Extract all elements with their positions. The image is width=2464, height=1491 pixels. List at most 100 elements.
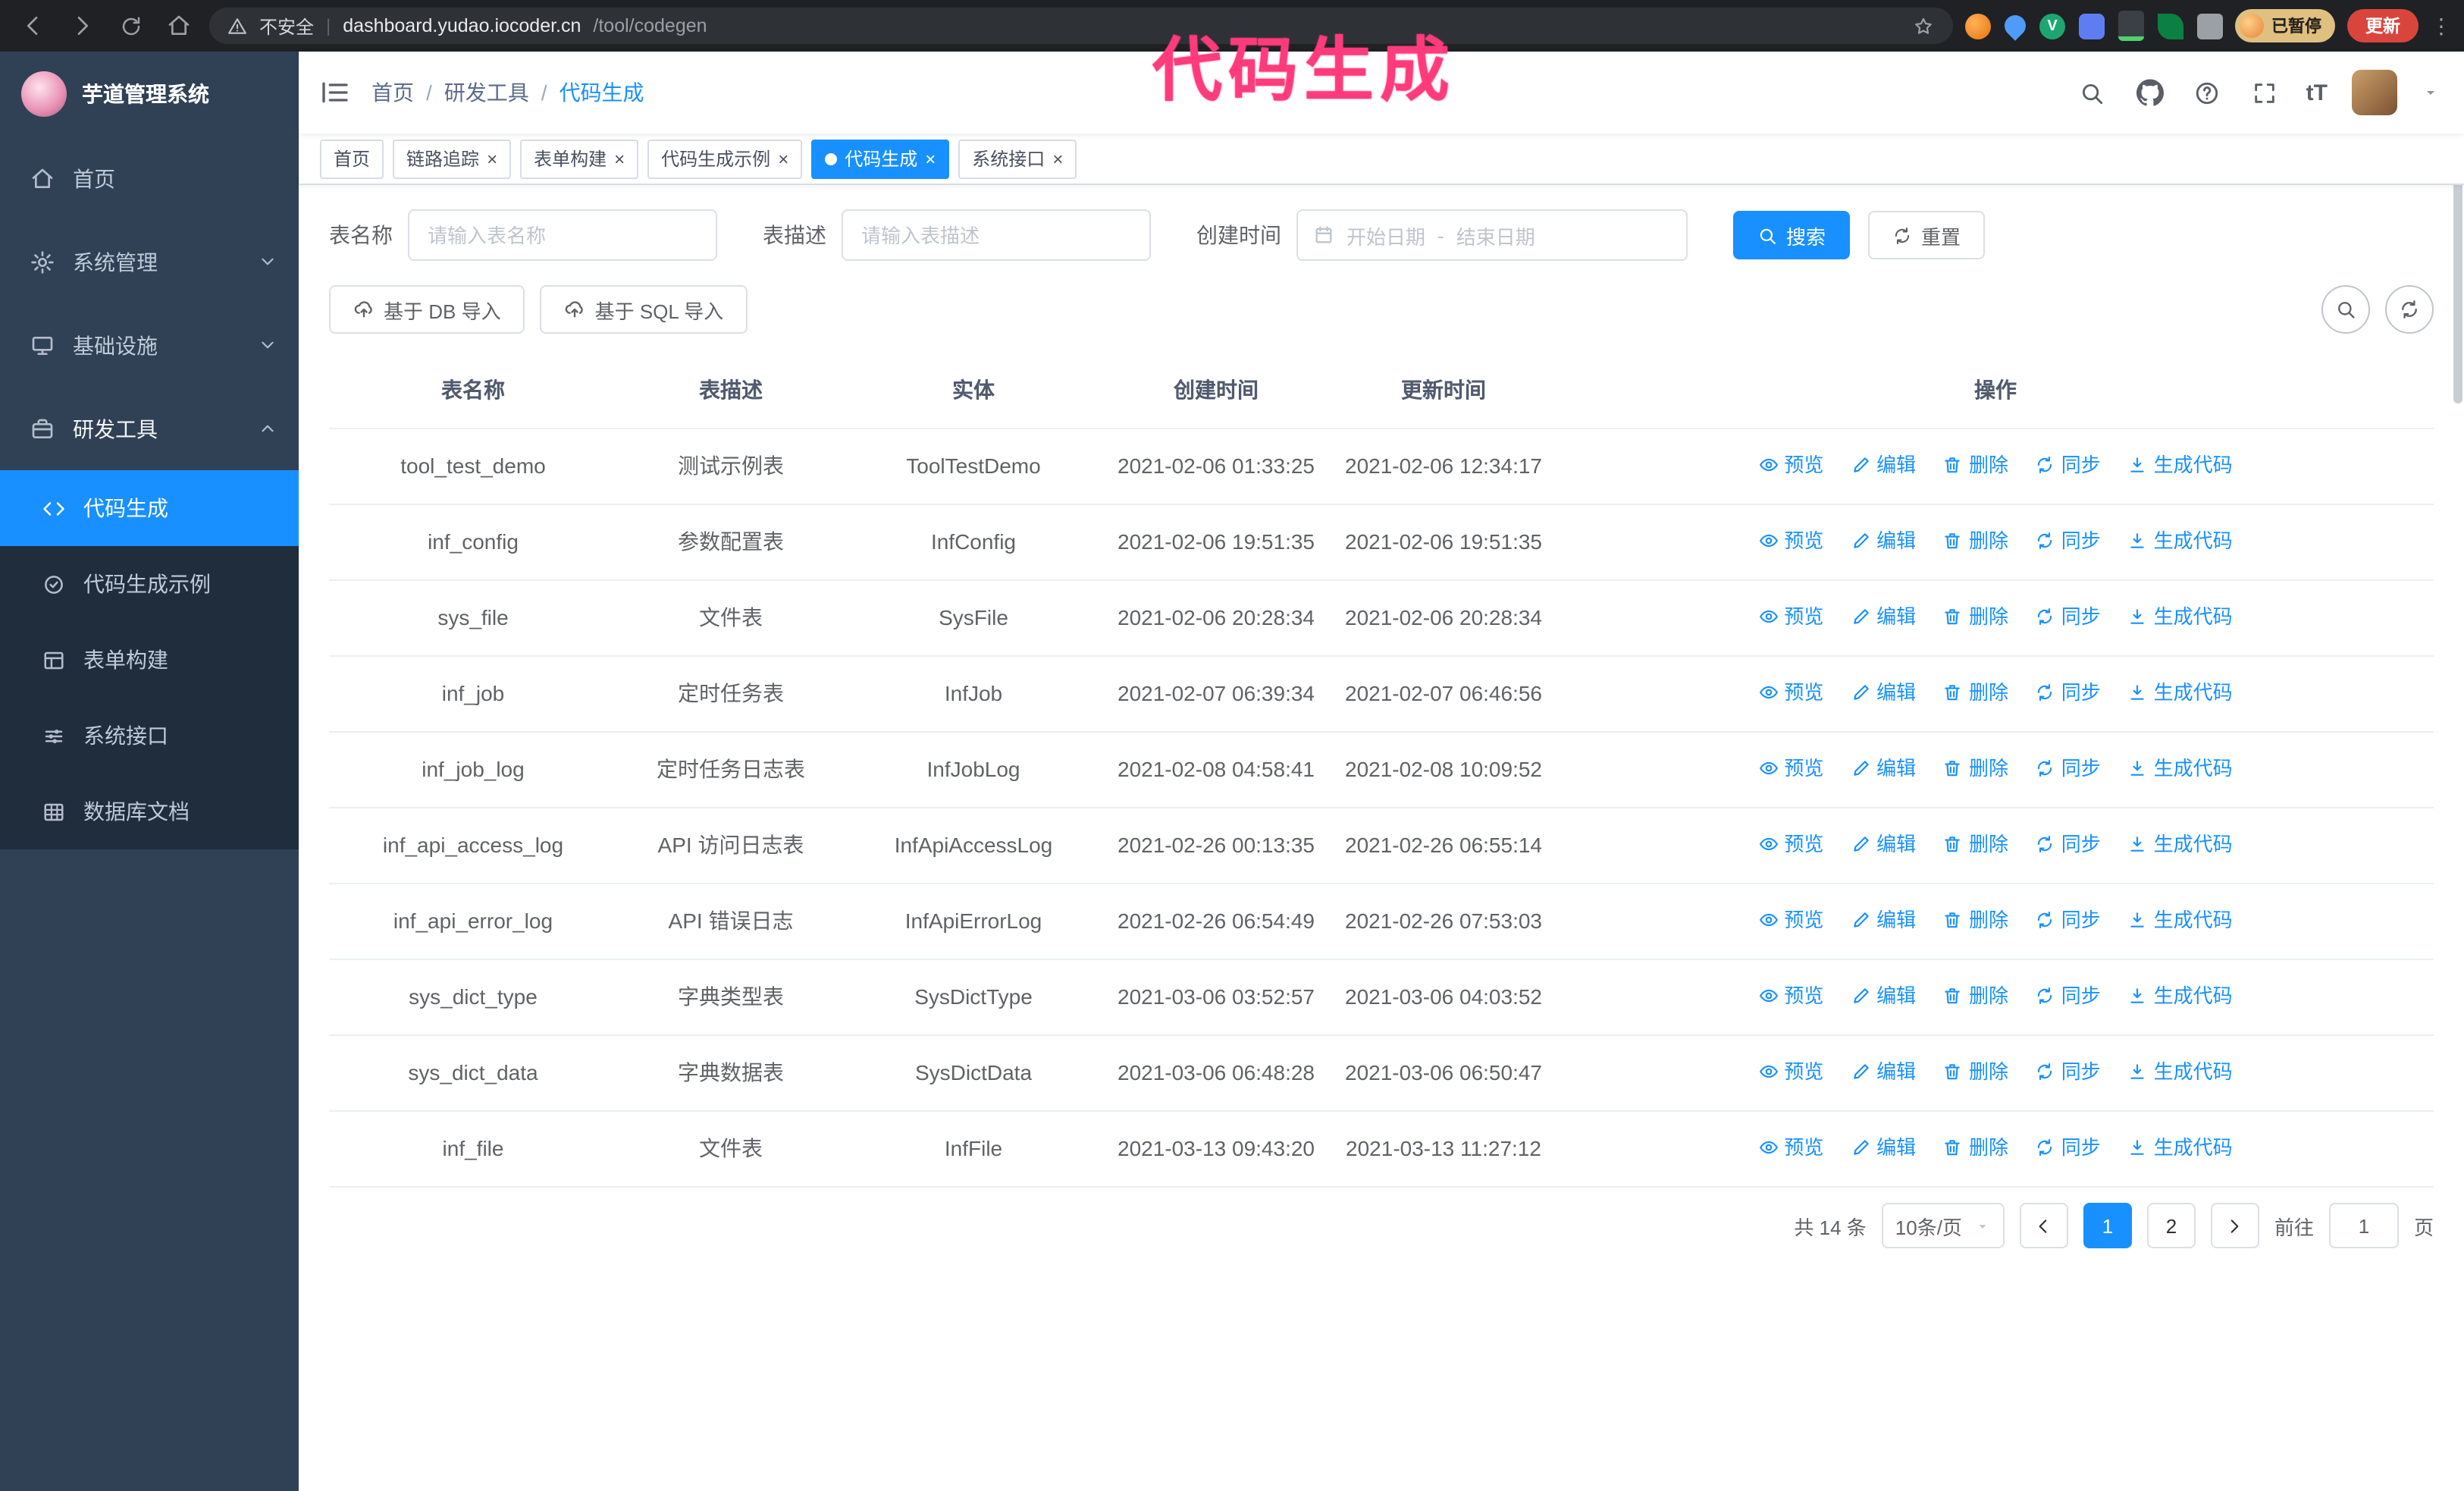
sync-link[interactable]: 同步 <box>2036 981 2101 1010</box>
edit-link[interactable]: 编辑 <box>1851 602 1916 631</box>
browser-home-button[interactable] <box>161 8 197 44</box>
edit-link[interactable]: 编辑 <box>1851 754 1916 783</box>
browser-back-button[interactable] <box>15 8 52 44</box>
preview-link[interactable]: 预览 <box>1758 1133 1823 1162</box>
generate-code-link[interactable]: 生成代码 <box>2128 602 2233 631</box>
edit-link[interactable]: 编辑 <box>1851 678 1916 707</box>
edit-link[interactable]: 编辑 <box>1851 526 1916 555</box>
tab-home[interactable]: 首页 <box>320 139 384 178</box>
delete-link[interactable]: 删除 <box>1943 906 2008 934</box>
sidebar-item-home[interactable]: 首页 <box>0 137 299 220</box>
delete-link[interactable]: 删除 <box>1943 602 2008 631</box>
table-row[interactable]: inf_job 定时任务表 InfJob 2021-02-07 06:39:34… <box>329 656 2434 733</box>
browser-forward-button[interactable] <box>64 8 100 44</box>
extension-icon-4[interactable] <box>2079 13 2105 39</box>
delete-link[interactable]: 删除 <box>1943 1057 2008 1086</box>
tab-form-builder[interactable]: 表单构建 × <box>520 139 639 178</box>
address-bar[interactable]: 不安全 | dashboard.yudao.iocoder.cn /tool/c… <box>209 8 1953 44</box>
generate-code-link[interactable]: 生成代码 <box>2128 678 2233 707</box>
delete-link[interactable]: 删除 <box>1943 830 2008 859</box>
tab-tracing[interactable]: 链路追踪 × <box>393 139 512 178</box>
edit-link[interactable]: 编辑 <box>1851 1133 1916 1162</box>
breadcrumb-home[interactable]: 首页 <box>371 77 414 108</box>
not-secure-label[interactable]: 不安全 <box>259 13 314 39</box>
search-button[interactable]: 搜索 <box>1733 211 1851 259</box>
delete-link[interactable]: 删除 <box>1943 678 2008 707</box>
extension-icon-1[interactable] <box>1965 13 1991 39</box>
sidebar-item-form-builder[interactable]: 表单构建 <box>0 622 299 698</box>
preview-link[interactable]: 预览 <box>1758 450 1823 479</box>
sync-link[interactable]: 同步 <box>2036 1133 2101 1162</box>
browser-update-button[interactable]: 更新 <box>2347 9 2419 42</box>
preview-link[interactable]: 预览 <box>1758 981 1823 1010</box>
page-button-1[interactable]: 1 <box>2083 1203 2132 1248</box>
page-size-select[interactable]: 10条/页 <box>1881 1203 2005 1248</box>
edit-link[interactable]: 编辑 <box>1851 830 1916 859</box>
generate-code-link[interactable]: 生成代码 <box>2128 981 2233 1010</box>
tab-codegen-example[interactable]: 代码生成示例 × <box>647 139 803 178</box>
close-icon[interactable]: × <box>487 149 497 168</box>
preview-link[interactable]: 预览 <box>1758 526 1823 555</box>
table-row[interactable]: sys_dict_data 字典数据表 SysDictData 2021-03-… <box>329 1035 2434 1112</box>
preview-link[interactable]: 预览 <box>1758 754 1823 783</box>
preview-link[interactable]: 预览 <box>1758 678 1823 707</box>
sync-link[interactable]: 同步 <box>2036 602 2101 631</box>
sync-link[interactable]: 同步 <box>2036 906 2101 934</box>
extensions-puzzle-icon[interactable] <box>2197 13 2223 39</box>
close-icon[interactable]: × <box>614 149 625 168</box>
table-row[interactable]: inf_job_log 定时任务日志表 InfJobLog 2021-02-08… <box>329 732 2434 808</box>
close-icon[interactable]: × <box>778 149 788 168</box>
bookmark-star-icon[interactable] <box>1912 14 1935 37</box>
browser-profile-chip[interactable]: 已暂停 <box>2235 9 2335 42</box>
next-page-button[interactable] <box>2210 1203 2259 1248</box>
goto-page-input[interactable] <box>2328 1203 2399 1248</box>
date-start-placeholder[interactable]: 开始日期 <box>1346 221 1425 250</box>
reset-button[interactable]: 重置 <box>1868 211 1986 259</box>
generate-code-link[interactable]: 生成代码 <box>2128 906 2233 934</box>
table-row[interactable]: inf_config 参数配置表 InfConfig 2021-02-06 19… <box>329 504 2434 581</box>
sync-link[interactable]: 同步 <box>2036 526 2101 555</box>
sidebar-item-infrastructure[interactable]: 基础设施 <box>0 303 299 387</box>
edit-link[interactable]: 编辑 <box>1851 1057 1916 1086</box>
sidebar-item-database-doc[interactable]: 数据库文档 <box>0 774 299 849</box>
import-db-button[interactable]: 基于 DB 导入 <box>329 285 525 334</box>
date-end-placeholder[interactable]: 结束日期 <box>1456 221 1535 250</box>
delete-link[interactable]: 删除 <box>1943 450 2008 479</box>
sidebar-toggle-button[interactable] <box>299 52 371 133</box>
extension-icon-5[interactable] <box>2118 11 2144 41</box>
close-icon[interactable]: × <box>1052 149 1063 168</box>
extension-icon-6[interactable] <box>2158 13 2183 39</box>
delete-link[interactable]: 删除 <box>1943 981 2008 1010</box>
sidebar-item-code-generation[interactable]: 代码生成 <box>0 470 299 546</box>
prev-page-button[interactable] <box>2019 1203 2068 1248</box>
extension-icon-2[interactable] <box>2000 11 2030 41</box>
help-icon[interactable] <box>2191 76 2224 109</box>
font-size-icon[interactable]: tT <box>2306 80 2328 105</box>
sync-link[interactable]: 同步 <box>2036 678 2101 707</box>
generate-code-link[interactable]: 生成代码 <box>2128 1057 2233 1086</box>
table-name-input[interactable] <box>408 209 717 261</box>
sidebar-item-system-management[interactable]: 系统管理 <box>0 220 299 303</box>
generate-code-link[interactable]: 生成代码 <box>2128 450 2233 479</box>
table-row[interactable]: inf_api_access_log API 访问日志表 InfApiAcces… <box>329 808 2434 884</box>
preview-link[interactable]: 预览 <box>1758 906 1823 934</box>
sidebar-item-codegen-example[interactable]: 代码生成示例 <box>0 546 299 622</box>
header-search-icon[interactable] <box>2076 76 2109 109</box>
sync-link[interactable]: 同步 <box>2036 830 2101 859</box>
browser-reload-button[interactable] <box>112 8 149 44</box>
github-icon[interactable] <box>2133 76 2167 109</box>
preview-link[interactable]: 预览 <box>1758 1057 1823 1086</box>
sidebar-item-dev-tools[interactable]: 研发工具 <box>0 387 299 470</box>
table-row[interactable]: sys_file 文件表 SysFile 2021-02-06 20:28:34… <box>329 580 2434 657</box>
app-logo[interactable]: 芋道管理系统 <box>0 52 299 137</box>
delete-link[interactable]: 删除 <box>1943 526 2008 555</box>
table-desc-input[interactable] <box>842 209 1151 261</box>
table-row[interactable]: inf_file 文件表 InfFile 2021-03-13 09:43:20… <box>329 1111 2434 1188</box>
generate-code-link[interactable]: 生成代码 <box>2128 754 2233 783</box>
browser-menu-kebab-icon[interactable]: ⋮ <box>2431 13 2452 39</box>
close-icon[interactable]: × <box>925 149 936 168</box>
table-row[interactable]: tool_test_demo 测试示例表 ToolTestDemo 2021-0… <box>329 428 2434 505</box>
table-row[interactable]: inf_api_error_log API 错误日志 InfApiErrorLo… <box>329 884 2434 960</box>
user-avatar[interactable] <box>2352 70 2397 115</box>
fullscreen-icon[interactable] <box>2249 76 2282 109</box>
